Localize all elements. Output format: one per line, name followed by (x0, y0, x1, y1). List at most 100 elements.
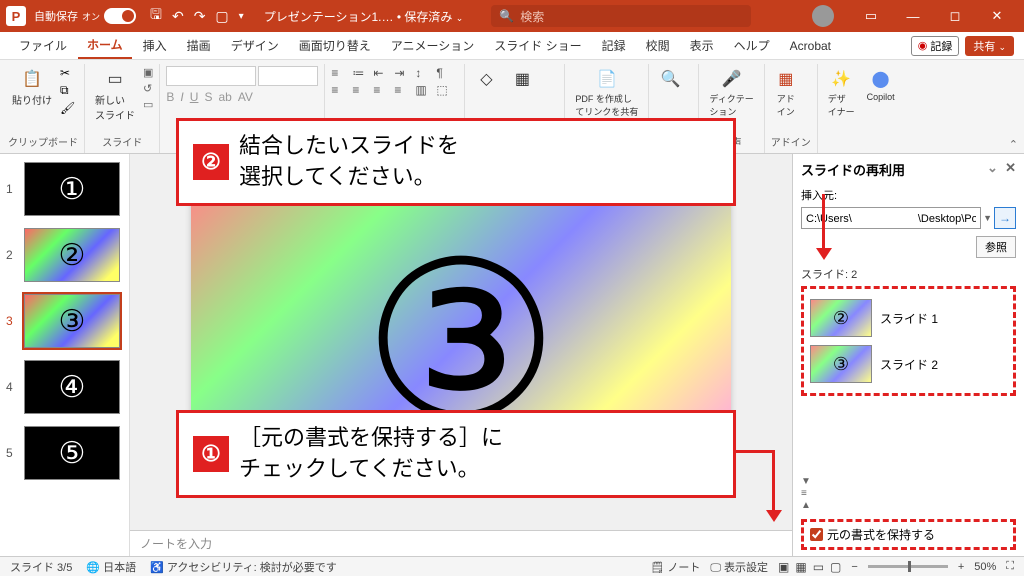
spacing-icon[interactable]: AV (238, 90, 253, 104)
numbering-icon[interactable]: ≔ (352, 66, 370, 80)
close-icon[interactable]: ✕ (976, 0, 1018, 32)
section-icon[interactable]: ▭ (143, 98, 153, 111)
smartart-icon[interactable]: ⬚ (436, 83, 454, 97)
tab-insert[interactable]: 挿入 (134, 33, 176, 58)
notes-input[interactable]: ノートを入力 (130, 530, 792, 556)
reuse-slide-item[interactable]: ② スライド 1 (808, 295, 1009, 341)
tab-view[interactable]: 表示 (681, 33, 723, 58)
paste-button[interactable]: 📋貼り付け (8, 66, 56, 109)
undo-icon[interactable]: ↶ (172, 8, 184, 25)
normal-view-icon[interactable]: ▣ (778, 560, 789, 574)
record-button[interactable]: ◉記録 (911, 36, 960, 56)
search-placeholder: 検索 (520, 8, 544, 25)
thumbnail-row[interactable]: 3③ (6, 294, 123, 348)
from-beginning-icon[interactable]: ▢ (215, 8, 228, 25)
tab-animations[interactable]: アニメーション (382, 33, 484, 58)
zoom-level[interactable]: 50% (974, 561, 996, 573)
tab-review[interactable]: 校閲 (637, 33, 679, 58)
search-box[interactable]: 🔍 検索 (491, 5, 751, 27)
align-right-icon[interactable]: ≡ (373, 83, 391, 97)
direction-icon[interactable]: ¶ (436, 66, 454, 80)
align-left-icon[interactable]: ≡ (331, 83, 349, 97)
tab-acrobat[interactable]: Acrobat (781, 35, 840, 57)
slide-thumb-4[interactable]: ④ (24, 360, 120, 414)
autosave-toggle[interactable]: 自動保存 オン (34, 8, 136, 24)
bold-icon[interactable]: B (166, 90, 174, 104)
fit-window-icon[interactable]: ⛶ (1006, 560, 1014, 573)
reset-icon[interactable]: ↺ (143, 82, 153, 95)
save-icon[interactable]: 🖫 (150, 4, 162, 28)
slide-thumb-1[interactable]: ① (24, 162, 120, 216)
format-painter-icon[interactable]: 🖌 (60, 101, 75, 115)
designer-button[interactable]: ✨デザ イナー (824, 66, 859, 120)
zoom-slider[interactable] (868, 565, 948, 568)
close-panel-icon[interactable]: ✕ (1005, 160, 1016, 175)
share-button[interactable]: 共有 ⌄ (965, 36, 1014, 56)
font-size-select[interactable] (258, 66, 318, 86)
tab-slideshow[interactable]: スライド ショー (485, 33, 590, 58)
user-avatar-icon[interactable] (812, 5, 834, 27)
maximize-icon[interactable]: ◻ (934, 0, 976, 32)
collapse-ribbon-icon[interactable]: ⌃ (1009, 138, 1018, 151)
tab-record[interactable]: 記録 (593, 33, 635, 58)
slideshow-view-icon[interactable]: ▢ (830, 560, 841, 574)
columns-icon[interactable]: ▥ (415, 83, 433, 97)
reuse-slide-item[interactable]: ③ スライド 2 (808, 341, 1009, 387)
italic-icon[interactable]: I (180, 90, 183, 104)
thumbnail-row[interactable]: 1① (6, 162, 123, 216)
editing-button[interactable]: 🔍 (655, 66, 685, 92)
thumbnail-row[interactable]: 4④ (6, 360, 123, 414)
lang-indicator[interactable]: 🌐 日本語 (86, 559, 136, 575)
tab-file[interactable]: ファイル (10, 33, 76, 58)
indent-inc-icon[interactable]: ⇥ (394, 66, 412, 80)
indent-dec-icon[interactable]: ⇤ (373, 66, 391, 80)
tab-help[interactable]: ヘルプ (725, 33, 779, 58)
keep-format-checkbox[interactable] (810, 528, 823, 541)
tab-transitions[interactable]: 画面切り替え (290, 33, 380, 58)
sorter-view-icon[interactable]: ▦ (795, 560, 806, 574)
linespacing-icon[interactable]: ↕ (415, 66, 433, 80)
reading-view-icon[interactable]: ▭ (813, 560, 824, 574)
arrange-button[interactable]: ▦ (507, 66, 537, 92)
browse-button[interactable]: 参照 (976, 236, 1016, 258)
ribbon-mode-icon[interactable]: ▭ (850, 0, 892, 32)
underline-icon[interactable]: U (190, 90, 199, 104)
layout-icon[interactable]: ▣ (143, 66, 153, 79)
redo-icon[interactable]: ↷ (194, 8, 206, 25)
minimize-icon[interactable]: — (892, 0, 934, 32)
tab-design[interactable]: デザイン (222, 33, 288, 58)
notes-toggle[interactable]: 🗒 ノート (650, 559, 700, 575)
copilot-button[interactable]: ⬤Copilot (863, 66, 899, 104)
toggle-switch-icon[interactable] (104, 8, 136, 24)
new-slide-button[interactable]: ▭新しい スライド (91, 66, 139, 124)
font-family-select[interactable] (166, 66, 256, 86)
slide-thumb-3[interactable]: ③ (24, 294, 120, 348)
bullets-icon[interactable]: ≡ (331, 66, 349, 80)
justify-icon[interactable]: ≡ (394, 83, 412, 97)
align-center-icon[interactable]: ≡ (352, 83, 370, 97)
dictation-button[interactable]: 🎤ディクテー ション (705, 66, 757, 120)
zoom-out-icon[interactable]: − (851, 561, 857, 573)
thumbnail-row[interactable]: 2② (6, 228, 123, 282)
thumbnail-row[interactable]: 5⑤ (6, 426, 123, 480)
zoom-in-icon[interactable]: + (958, 561, 964, 573)
accessibility-status[interactable]: ♿ アクセシビリティ: 検討が必要です (150, 559, 337, 575)
display-settings[interactable]: 🖵 表示設定 (710, 559, 768, 575)
qat-dropdown-icon[interactable]: ▾ (239, 11, 244, 22)
copy-icon[interactable]: ⧉ (60, 83, 75, 98)
keep-source-formatting[interactable]: 元の書式を保持する (801, 519, 1016, 550)
scroll-arrows[interactable]: ▼≡▲ (801, 476, 1016, 511)
pdf-button[interactable]: 📄PDF を作成し てリンクを共有 (571, 66, 642, 120)
reuse-thumb-icon: ② (810, 299, 872, 337)
shapes-button[interactable]: ◇ (471, 66, 501, 92)
go-button[interactable]: → (994, 207, 1016, 229)
shadow-icon[interactable]: ab (218, 90, 231, 104)
slide-thumb-5[interactable]: ⑤ (24, 426, 120, 480)
slide-thumb-2[interactable]: ② (24, 228, 120, 282)
addins-button[interactable]: ▦アド イン (771, 66, 801, 120)
tab-draw[interactable]: 描画 (178, 33, 220, 58)
tab-home[interactable]: ホーム (78, 32, 132, 59)
strike-icon[interactable]: S (204, 90, 212, 104)
cut-icon[interactable]: ✂ (60, 66, 75, 80)
path-input[interactable] (801, 207, 981, 229)
